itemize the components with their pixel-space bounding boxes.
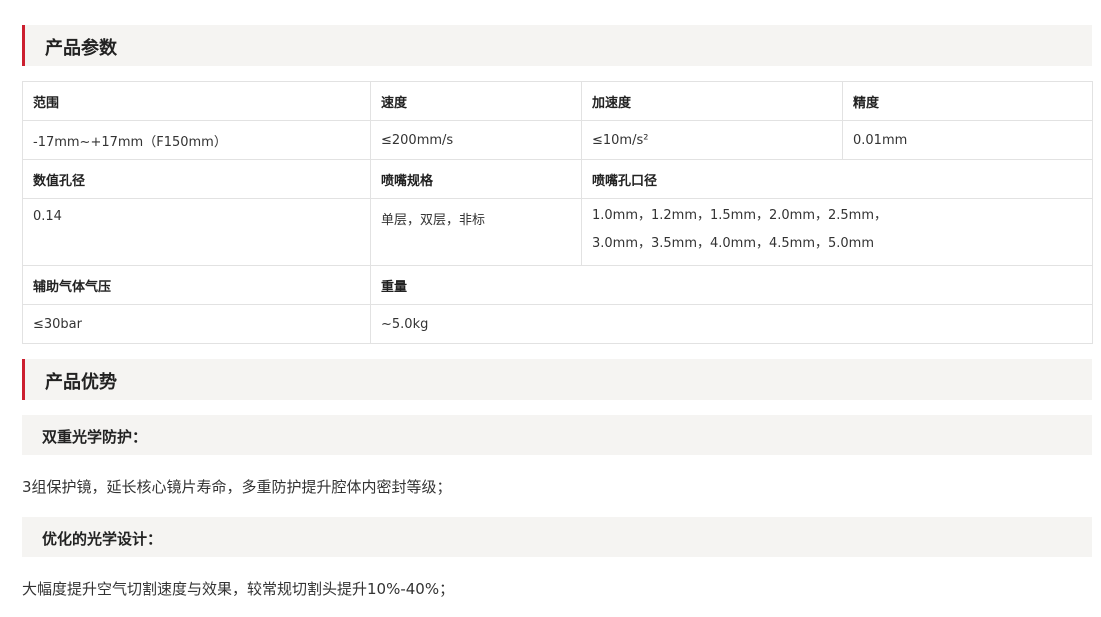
product-page: 产品参数 范围 速度 加速度 精度 -17mm~+17mm（F150mm） ≤2…	[0, 0, 1101, 617]
advantage-text: 3组保护镜，延长核心镜片寿命，多重防护提升腔体内密封等级；	[22, 478, 452, 496]
param-value: 单层，双层，非标	[370, 198, 582, 266]
param-value: -17mm~+17mm（F150mm）	[22, 120, 371, 160]
advantage-heading-box: 双重光学防护：	[22, 415, 1092, 455]
param-label: 重量	[370, 265, 1093, 305]
params-section-title: 产品参数	[45, 38, 117, 59]
param-label: 速度	[370, 81, 582, 121]
param-label: 范围	[22, 81, 371, 121]
params-section-header: 产品参数	[22, 25, 1092, 66]
param-value: 0.14	[22, 198, 371, 266]
param-value-line: 1.0mm，1.2mm，1.5mm，2.0mm，2.5mm，	[592, 208, 888, 223]
param-label: 辅助气体气压	[22, 265, 371, 305]
table-row: -17mm~+17mm（F150mm） ≤200mm/s ≤10m/s² 0.0…	[22, 120, 1093, 160]
table-row: 数值孔径 喷嘴规格 喷嘴孔口径	[22, 159, 1093, 199]
param-label: 喷嘴规格	[370, 159, 582, 199]
param-value: ~5.0kg	[370, 304, 1093, 344]
param-label: 精度	[842, 81, 1093, 121]
advantages-section-title: 产品优势	[45, 372, 117, 393]
advantage-heading-box: 优化的光学设计：	[22, 517, 1092, 557]
param-value: ≤200mm/s	[370, 120, 582, 160]
advantage-heading: 双重光学防护：	[42, 428, 148, 446]
param-label: 数值孔径	[22, 159, 371, 199]
table-row: ≤30bar ~5.0kg	[22, 304, 1093, 344]
param-label: 喷嘴孔口径	[581, 159, 1093, 199]
table-row: 辅助气体气压 重量	[22, 265, 1093, 305]
advantage-text: 大幅度提升空气切割速度与效果，较常规切割头提升10%-40%；	[22, 580, 455, 598]
param-value: ≤10m/s²	[581, 120, 843, 160]
param-value-multiline: 1.0mm，1.2mm，1.5mm，2.0mm，2.5mm， 3.0mm，3.5…	[581, 198, 1093, 266]
param-label: 加速度	[581, 81, 843, 121]
param-value: 0.01mm	[842, 120, 1093, 160]
param-value: ≤30bar	[22, 304, 371, 344]
param-value-line: 3.0mm，3.5mm，4.0mm，4.5mm，5.0mm	[592, 236, 875, 251]
table-row: 范围 速度 加速度 精度	[22, 81, 1093, 121]
advantages-section-header: 产品优势	[22, 359, 1092, 400]
table-row: 0.14 单层，双层，非标 1.0mm，1.2mm，1.5mm，2.0mm，2.…	[22, 198, 1093, 266]
params-table: 范围 速度 加速度 精度 -17mm~+17mm（F150mm） ≤200mm/…	[22, 81, 1093, 344]
advantage-heading: 优化的光学设计：	[42, 530, 163, 548]
